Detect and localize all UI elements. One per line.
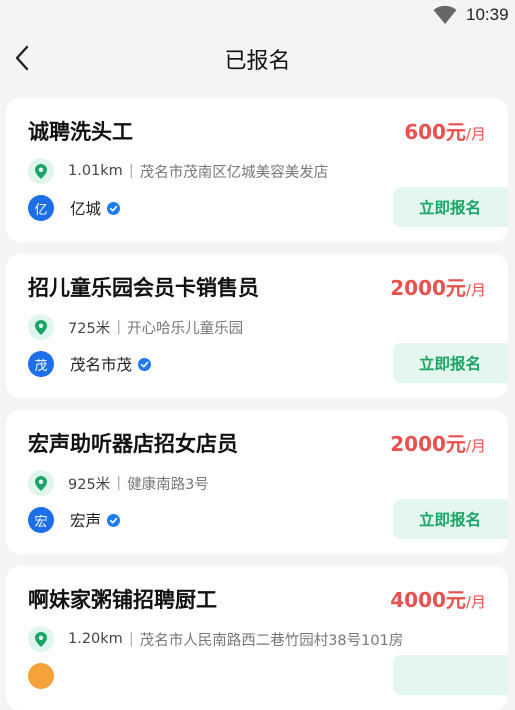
salary-unit: /月 <box>465 593 486 611</box>
salary-amount: 4000元 <box>390 588 466 612</box>
job-title: 啊妹家粥铺招聘厨工 <box>28 588 217 612</box>
address: 茂名市人民南路西二巷竹园村38号101房 <box>139 632 404 649</box>
company-name: 亿城 <box>70 200 102 218</box>
company-avatar: 亿 <box>28 195 54 221</box>
company-row: 亿 亿城 <box>28 195 121 221</box>
location-row: 1.01km | 茂名市茂南区亿城美容美发店 <box>28 158 328 184</box>
distance: 925米 <box>68 476 111 493</box>
company-row: 宏 宏声 <box>28 507 121 533</box>
location-pin-icon <box>28 626 54 652</box>
wifi-icon <box>433 5 457 24</box>
salary-amount: 2000元 <box>390 276 466 300</box>
apply-button[interactable]: 立即报名 <box>393 187 508 227</box>
company-name: 茂名市茂 <box>70 356 133 374</box>
verified-badge-icon <box>107 201 121 215</box>
address: 开心哈乐儿童乐园 <box>127 320 244 337</box>
job-title: 宏声助听器店招女店员 <box>28 432 238 456</box>
company-row <box>28 663 54 689</box>
location-row: 925米 | 健康南路3号 <box>28 470 209 496</box>
job-card[interactable]: 啊妹家粥铺招聘厨工 4000元/月 1.20km | 茂名市人民南路西二巷竹园村… <box>6 566 508 710</box>
address: 健康南路3号 <box>127 476 209 493</box>
company-avatar: 茂 <box>28 351 54 377</box>
verified-badge-icon <box>107 513 121 527</box>
job-title: 招儿童乐园会员卡销售员 <box>28 276 259 300</box>
nav-bar: 已报名 <box>0 32 515 84</box>
distance: 1.20km <box>68 631 123 647</box>
verified-badge-icon <box>138 357 152 371</box>
location-pin-icon <box>28 158 54 184</box>
distance: 725米 <box>68 320 111 337</box>
separator: | <box>116 475 122 491</box>
company-avatar <box>28 663 54 689</box>
apply-button[interactable]: 立即报名 <box>393 343 508 383</box>
location-pin-icon <box>28 314 54 340</box>
company-name: 宏声 <box>70 512 102 530</box>
job-card[interactable]: 诚聘洗头工 600元/月 1.01km | 茂名市茂南区亿城美容美发店 亿 亿城… <box>6 98 508 242</box>
company-avatar: 宏 <box>28 507 54 533</box>
address: 茂名市茂南区亿城美容美发店 <box>139 164 329 181</box>
job-card[interactable]: 招儿童乐园会员卡销售员 2000元/月 725米 | 开心哈乐儿童乐园 茂 茂名… <box>6 254 508 398</box>
distance: 1.01km <box>68 163 123 179</box>
location-row: 1.20km | 茂名市人民南路西二巷竹园村38号101房 <box>28 626 403 652</box>
job-card[interactable]: 宏声助听器店招女店员 2000元/月 925米 | 健康南路3号 宏 宏声 立即… <box>6 410 508 554</box>
salary-amount: 2000元 <box>390 432 466 456</box>
status-bar: 10:39 <box>0 0 515 32</box>
location-pin-icon <box>28 470 54 496</box>
apply-button[interactable]: 立即报名 <box>393 499 508 539</box>
salary: 600元/月 <box>404 116 486 145</box>
salary-amount: 600元 <box>404 120 466 144</box>
salary: 2000元/月 <box>390 428 486 457</box>
salary: 4000元/月 <box>390 584 486 613</box>
apply-button[interactable] <box>393 655 508 695</box>
job-title: 诚聘洗头工 <box>28 120 133 144</box>
salary: 2000元/月 <box>390 272 486 301</box>
company-row: 茂 茂名市茂 <box>28 351 152 377</box>
page-title: 已报名 <box>224 49 291 74</box>
location-row: 725米 | 开心哈乐儿童乐园 <box>28 314 243 340</box>
separator: | <box>128 631 134 647</box>
separator: | <box>116 319 122 335</box>
salary-unit: /月 <box>465 281 486 299</box>
status-time: 10:39 <box>466 5 509 24</box>
separator: | <box>128 163 134 179</box>
salary-unit: /月 <box>465 437 486 455</box>
salary-unit: /月 <box>465 125 486 143</box>
